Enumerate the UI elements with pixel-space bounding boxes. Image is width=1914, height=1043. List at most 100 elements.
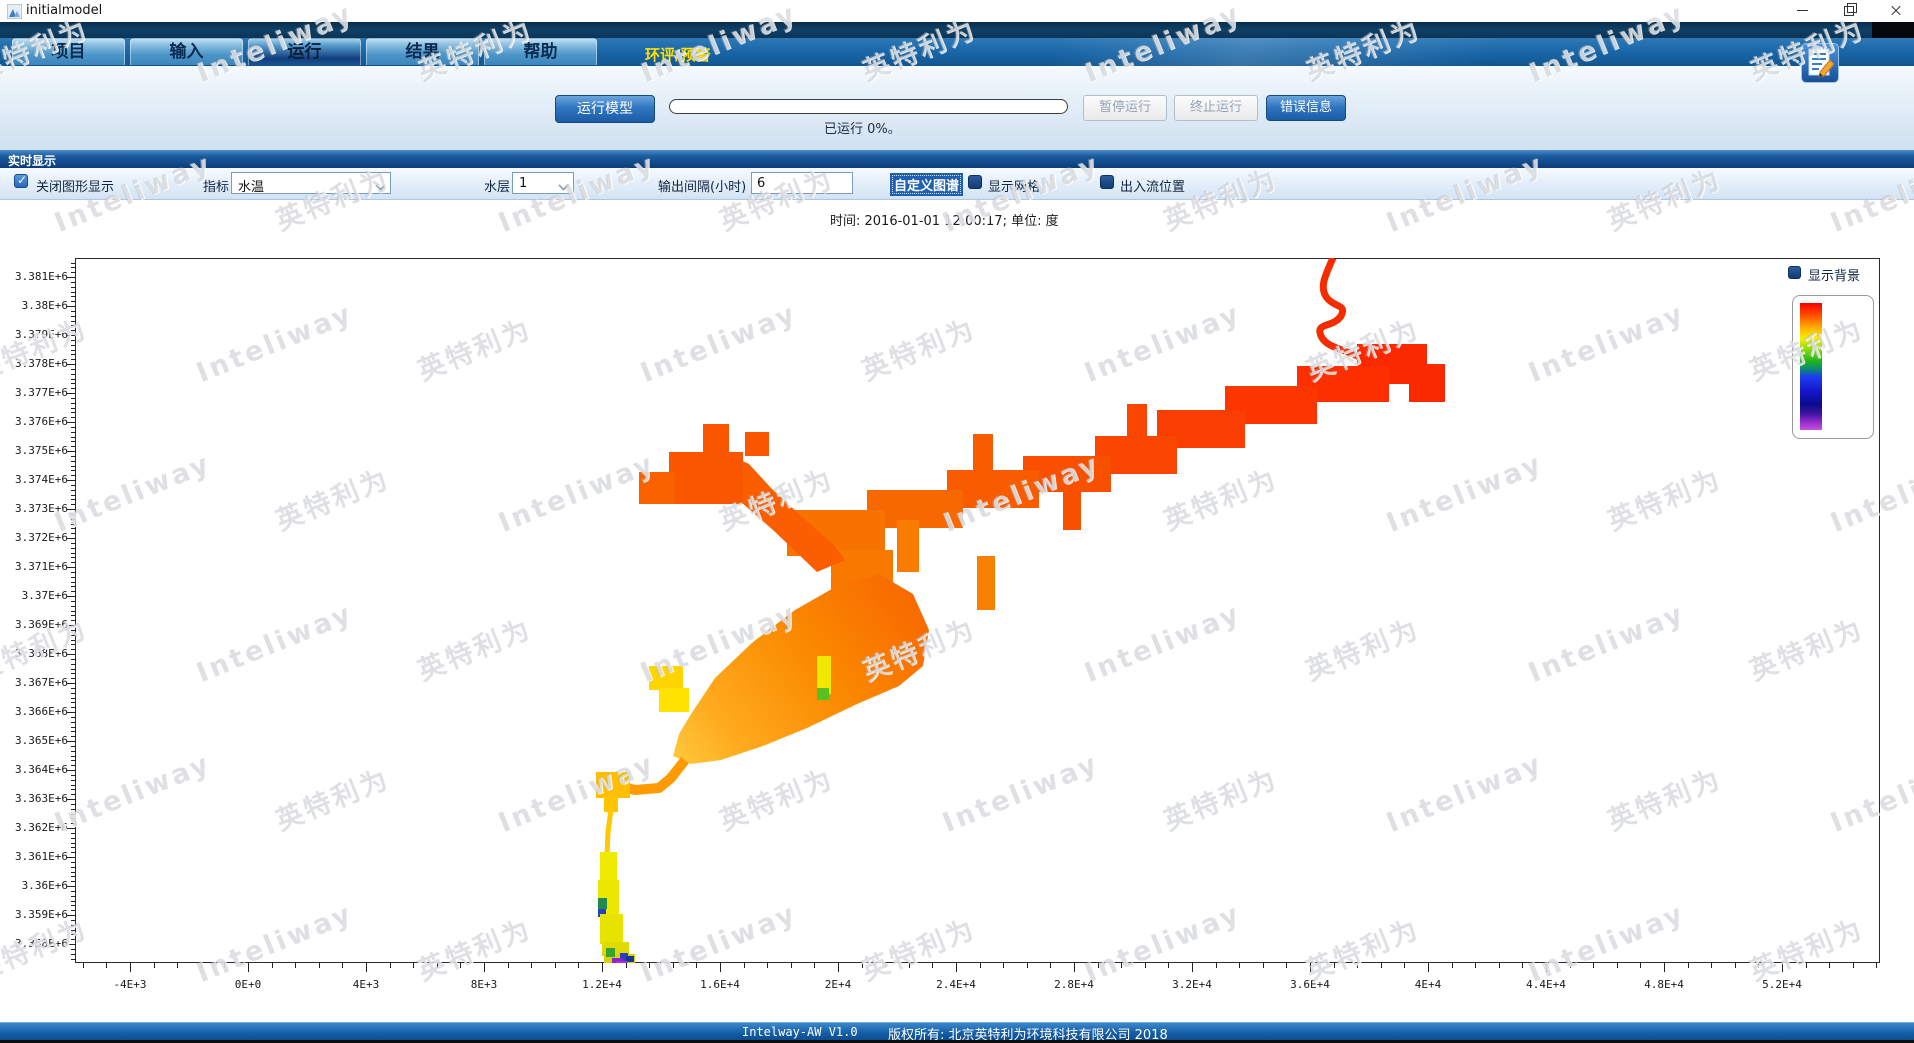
x-minor-tick — [1806, 963, 1807, 968]
y-axis-label: 3.374E+6 — [0, 473, 68, 486]
y-axis-label: 3.362E+6 — [0, 821, 68, 834]
x-minor-tick — [1829, 963, 1830, 968]
x-minor-tick — [1711, 963, 1712, 968]
y-major-tick — [67, 828, 75, 829]
indicator-select[interactable]: 水温 — [231, 172, 391, 194]
pause-run-button[interactable]: 暂停运行 — [1083, 95, 1167, 121]
south-cool-strip — [598, 852, 635, 963]
y-axis-label: 3.373E+6 — [0, 502, 68, 515]
x-minor-tick — [1499, 963, 1500, 968]
minimize-button[interactable] — [1786, 0, 1820, 22]
x-minor-tick — [201, 963, 202, 968]
show-background-checkbox[interactable] — [1788, 266, 1801, 279]
y-major-tick — [67, 596, 75, 597]
show-background-label: 显示背景 — [1808, 265, 1860, 284]
x-minor-tick — [1050, 963, 1051, 968]
x-minor-tick — [413, 963, 414, 968]
stop-run-button[interactable]: 终止运行 — [1174, 95, 1258, 121]
x-axis-label: 3.2E+4 — [1155, 978, 1229, 991]
custom-spectrum-button[interactable]: 自定义图谱 — [890, 173, 963, 196]
error-info-button[interactable]: 错误信息 — [1266, 95, 1346, 121]
y-major-tick — [67, 422, 75, 423]
x-minor-tick — [177, 963, 178, 968]
indicator-value: 水温 — [238, 176, 264, 195]
document-edit-icon[interactable] — [1801, 43, 1839, 83]
y-major-tick — [67, 857, 75, 858]
x-minor-tick — [1286, 963, 1287, 968]
x-minor-tick — [1522, 963, 1523, 968]
x-major-tick — [1782, 963, 1783, 972]
y-major-tick — [67, 335, 75, 336]
application-window: initialmodel 项目输入运行结果帮助 环评/预警 运行模型 已运行 0… — [0, 0, 1914, 1043]
x-minor-tick — [909, 963, 910, 968]
output-interval-input[interactable] — [751, 172, 853, 194]
y-major-tick — [67, 509, 75, 510]
realtime-controls: 关闭图形显示 指标 水温 水层 1 输出间隔(小时) 自定义图谱 显示网格 出入… — [0, 168, 1914, 200]
x-minor-tick — [885, 963, 886, 968]
close-button[interactable] — [1879, 0, 1913, 22]
x-minor-tick — [272, 963, 273, 968]
y-major-tick — [67, 886, 75, 887]
menu-tab-2[interactable]: 输入 — [130, 38, 243, 65]
show-grid-checkbox[interactable] — [968, 175, 982, 189]
x-minor-tick — [1098, 963, 1099, 968]
app-icon — [7, 4, 22, 19]
x-minor-tick — [1381, 963, 1382, 968]
x-minor-tick — [1640, 963, 1641, 968]
x-major-tick — [720, 963, 721, 972]
x-major-tick — [1310, 963, 1311, 972]
y-axis-label: 3.361E+6 — [0, 850, 68, 863]
x-minor-tick — [1216, 963, 1217, 968]
realtime-header-title: 实时显示 — [8, 152, 56, 169]
y-major-tick — [67, 306, 75, 307]
ribbon-top-strip — [0, 22, 1914, 38]
x-axis-label: 2.4E+4 — [919, 978, 993, 991]
x-major-tick — [484, 963, 485, 972]
y-major-tick — [67, 799, 75, 800]
menu-tab-4[interactable]: 结果 — [366, 38, 479, 65]
menu-tab-5[interactable]: 帮助 — [484, 38, 597, 65]
y-axis-label: 3.369E+6 — [0, 618, 68, 631]
x-minor-tick — [460, 963, 461, 968]
layer-label: 水层 — [484, 176, 510, 195]
y-axis-label: 3.363E+6 — [0, 792, 68, 805]
indicator-label: 指标 — [203, 176, 229, 195]
show-grid-label: 显示网格 — [988, 176, 1040, 195]
chevron-down-icon — [558, 180, 568, 190]
progress-label: 已运行 0%。 — [824, 118, 901, 137]
run-model-button[interactable]: 运行模型 — [555, 95, 655, 123]
water-temperature-map — [75, 258, 1880, 963]
run-toolbar: 运行模型 已运行 0%。 暂停运行 终止运行 错误信息 — [0, 66, 1914, 150]
x-major-tick — [838, 963, 839, 972]
x-major-tick — [1428, 963, 1429, 972]
y-axis-label: 3.38E+6 — [0, 299, 68, 312]
x-axis-label: 5.2E+4 — [1745, 978, 1819, 991]
x-minor-tick — [224, 963, 225, 968]
chevron-down-icon — [375, 180, 385, 190]
menu-tab-3[interactable]: 运行 — [248, 38, 361, 65]
y-major-tick — [67, 277, 75, 278]
y-axis-label: 3.359E+6 — [0, 908, 68, 921]
layer-select[interactable]: 1 — [512, 172, 574, 194]
x-axis-label: 2E+4 — [801, 978, 875, 991]
x-minor-tick — [437, 963, 438, 968]
y-axis-label: 3.365E+6 — [0, 734, 68, 747]
x-minor-tick — [791, 963, 792, 968]
menu-tab-1[interactable]: 项目 — [12, 38, 125, 65]
ribbon-corner-dark — [1872, 22, 1914, 38]
y-major-tick — [67, 915, 75, 916]
close-graphics-checkbox[interactable] — [14, 174, 28, 188]
close-graphics-label: 关闭图形显示 — [36, 176, 114, 195]
x-minor-tick — [1853, 963, 1854, 968]
y-axis-label: 3.368E+6 — [0, 647, 68, 660]
x-major-tick — [248, 963, 249, 972]
x-major-tick — [1074, 963, 1075, 972]
flow-position-checkbox[interactable] — [1100, 175, 1114, 189]
minimize-icon — [1797, 10, 1808, 11]
restore-button[interactable] — [1832, 0, 1866, 22]
x-minor-tick — [696, 963, 697, 968]
x-minor-tick — [1145, 963, 1146, 968]
y-axis-label: 3.364E+6 — [0, 763, 68, 776]
x-major-tick — [366, 963, 367, 972]
y-major-tick — [67, 364, 75, 365]
